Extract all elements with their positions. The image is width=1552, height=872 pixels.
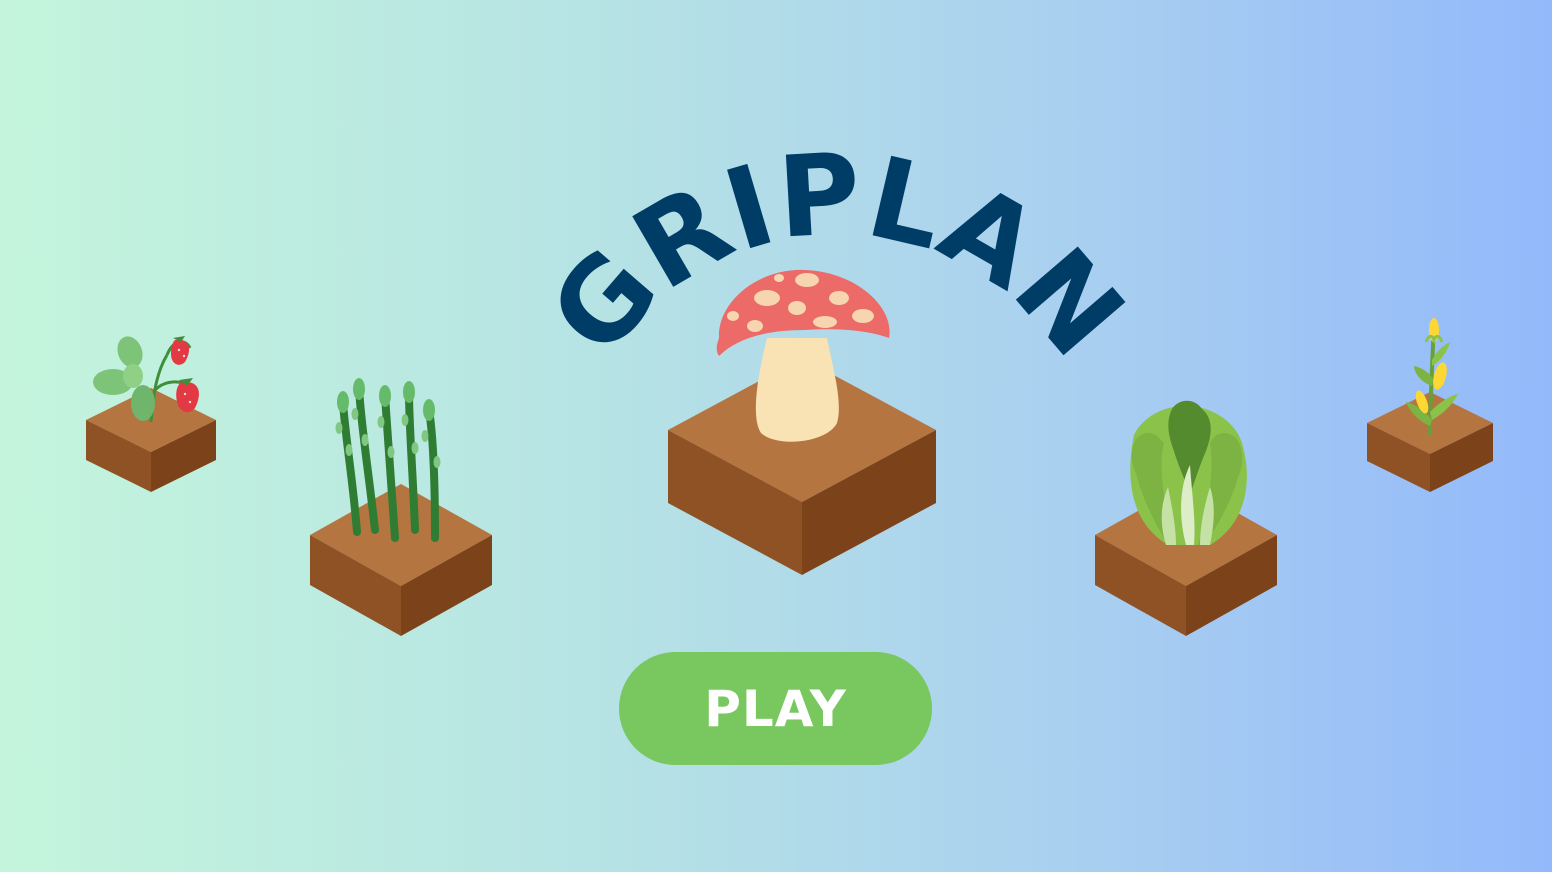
play-button[interactable]: PLAY	[619, 652, 932, 765]
asparagus-plot-graphic	[310, 378, 492, 636]
lettuce-icon	[1130, 400, 1247, 545]
corn-plot-graphic	[1367, 318, 1493, 492]
asparagus-plot	[309, 378, 493, 638]
lettuce-plot-graphic	[1095, 400, 1277, 636]
title-screen: AGRIPLANT	[0, 0, 1552, 872]
strawberry-plant-icon	[93, 336, 199, 423]
lettuce-plot	[1094, 395, 1278, 638]
mushroom-plot	[667, 268, 937, 578]
strawberry-plot-graphic	[86, 336, 216, 492]
soil-block	[310, 484, 492, 636]
corn-plot	[1366, 316, 1494, 494]
strawberry-plot	[85, 320, 217, 495]
mushroom-plot-graphic	[668, 269, 936, 575]
